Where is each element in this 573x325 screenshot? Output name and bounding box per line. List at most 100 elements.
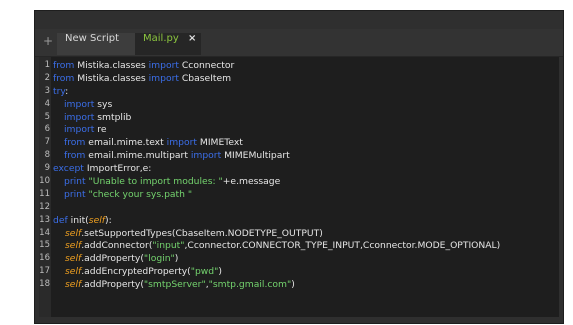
code-line: 16 self.addProperty("login") — [39, 253, 559, 266]
line-number: 12 — [39, 201, 50, 212]
close-icon[interactable]: × — [188, 33, 196, 44]
keyword-token: from — [64, 137, 86, 149]
keyword-token: from — [53, 72, 75, 84]
keyword-token: import — [166, 137, 197, 149]
code-line: 3 try: — [39, 86, 559, 99]
code-line: 13 def init(self): — [39, 215, 559, 228]
line-number: 15 — [39, 240, 50, 251]
code-line: 15 self.addConnector("input",Cconnector.… — [39, 240, 559, 253]
string-token: "smtpServer" — [143, 279, 206, 291]
keyword-token: try — [53, 85, 66, 97]
self-token: self — [65, 266, 82, 278]
code-line: 4 import sys — [39, 99, 559, 112]
text-token: email.mime.multipart — [85, 150, 191, 162]
keyword-token: from — [53, 60, 75, 71]
line-number: 14 — [39, 227, 50, 238]
code-lines: 1 from Mistika.classes import Cconnector… — [39, 60, 559, 292]
code-line: 11 print "check your sys.path " — [39, 189, 559, 202]
line-number: 2 — [44, 72, 50, 83]
text-token: ) — [174, 253, 179, 265]
keyword-token: from — [64, 150, 86, 162]
text-token: sys — [94, 98, 113, 110]
code-line: 12 — [39, 202, 559, 215]
text-token: email.mime.text — [85, 137, 167, 149]
text-token: smtplib — [94, 111, 132, 123]
tab-label: Mail.py — [143, 33, 179, 44]
line-number: 18 — [39, 279, 50, 290]
line-number: 10 — [39, 176, 50, 187]
line-number: 7 — [44, 137, 50, 148]
code-line: 17 self.addEncryptedProperty("pwd") — [39, 266, 559, 279]
line-number: 8 — [44, 150, 50, 161]
line-number: 1 — [44, 60, 50, 70]
keyword-token: import — [64, 98, 95, 110]
code-line: 9 except ImportError,e: — [39, 163, 559, 176]
code-line: 18 self.addProperty("smtpServer","smtp.g… — [39, 279, 559, 292]
keyword-token: import — [148, 72, 179, 84]
code-line: 5 import smtplib — [39, 112, 559, 125]
code-line: 10 print "Unable to import modules: "+e.… — [39, 176, 559, 189]
code-line: 7 from email.mime.text import MIMEText — [39, 137, 559, 150]
line-number: 13 — [39, 214, 50, 225]
text-token: ,Cconnector.CONNECTOR_TYPE_INPUT,Cconnec… — [184, 240, 501, 252]
line-number: 6 — [44, 124, 50, 135]
string-token: "pwd" — [190, 266, 219, 278]
keyword-token: print — [64, 176, 86, 188]
line-number: 11 — [39, 188, 50, 199]
self-token: self — [65, 240, 82, 252]
keyword-token: import — [190, 150, 222, 162]
line-number: 16 — [39, 253, 50, 264]
tab-label: New Script — [65, 33, 119, 44]
self-token: self — [88, 214, 106, 226]
text-token: ) — [218, 266, 222, 278]
line-number: 3 — [44, 85, 50, 96]
self-token: self — [65, 279, 82, 291]
string-token: "smtp.gmail.com" — [208, 279, 292, 291]
line-number: 4 — [44, 98, 50, 109]
tab-new-script[interactable]: New Script — [57, 33, 135, 55]
keyword-token: import — [64, 111, 95, 123]
text-token: : — [65, 85, 69, 97]
text-token: init( — [67, 214, 89, 226]
code-editor[interactable]: 1 from Mistika.classes import Cconnector… — [39, 57, 559, 317]
keyword-token: except — [53, 163, 84, 175]
code-line: 6 import re — [39, 124, 559, 137]
text-token: ): — [105, 214, 112, 226]
script-editor-window: + New Script Mail.py × 1 from Mistika.cl… — [34, 10, 564, 324]
string-token: "Unable to import modules: " — [85, 176, 223, 188]
string-token: "input" — [152, 240, 185, 252]
text-token: CbaseItem — [178, 72, 232, 84]
add-tab-icon[interactable]: + — [41, 34, 55, 48]
text-token: MIMEText — [197, 137, 243, 149]
line-number: 9 — [44, 163, 50, 174]
code-line: 8 from email.mime.multipart import MIMEM… — [39, 150, 559, 163]
tab-mail-py[interactable]: Mail.py × — [135, 33, 201, 55]
text-token: Cconnector — [178, 60, 235, 71]
keyword-token: print — [64, 188, 86, 200]
text-token: re — [94, 124, 107, 136]
keyword-token: import — [64, 124, 95, 136]
text-token: .addEncryptedProperty( — [81, 266, 191, 278]
code-line: 14 self.setSupportedTypes(CbaseItem.NODE… — [39, 228, 559, 241]
string-token: "check your sys.path " — [85, 188, 193, 200]
text-token: MIMEMultipart — [221, 150, 290, 162]
text-token: +e.message — [222, 176, 281, 188]
text-token: .setSupportedTypes(CbaseItem.NODETYPE_OU… — [81, 227, 323, 239]
text-token: Mistika.classes — [74, 60, 149, 71]
text-token: .addProperty( — [81, 279, 144, 291]
line-number: 17 — [39, 266, 50, 277]
string-token: "login" — [143, 253, 175, 265]
text-token: Mistika.classes — [74, 72, 149, 84]
window-top-strip — [35, 11, 563, 29]
keyword-token: import — [148, 60, 179, 71]
line-number: 5 — [44, 111, 50, 122]
keyword-token: def — [53, 214, 68, 226]
text-token: ) — [291, 279, 295, 291]
tab-bar: + New Script Mail.py × — [35, 29, 563, 57]
code-line: 1 from Mistika.classes import Cconnector — [39, 60, 559, 73]
code-line: 2 from Mistika.classes import CbaseItem — [39, 73, 559, 86]
text-token: ImportError,e: — [83, 163, 152, 175]
self-token: self — [65, 227, 82, 239]
text-token: .addConnector( — [81, 240, 153, 252]
text-token: .addProperty( — [81, 253, 144, 265]
